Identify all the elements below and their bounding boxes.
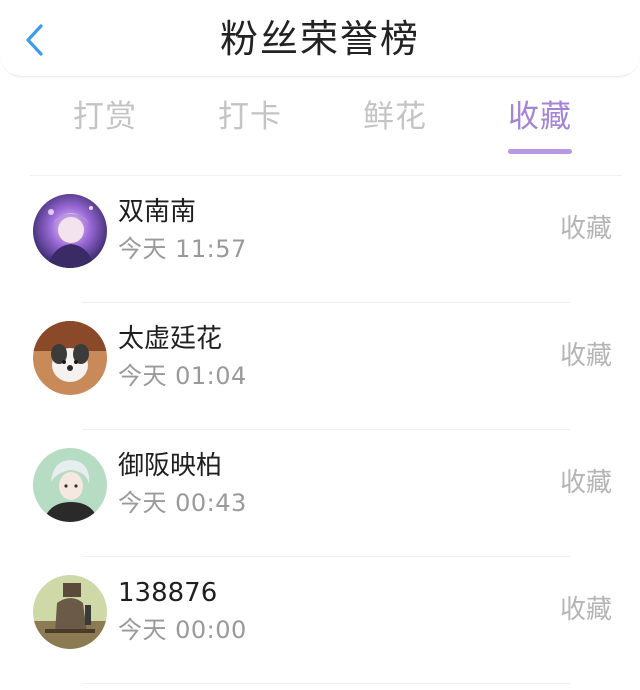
header-bar: 粉丝荣誉榜 bbox=[0, 0, 640, 77]
fan-name: 138876 bbox=[118, 578, 218, 608]
list-item[interactable]: 138876 今天 00:00 收藏 bbox=[0, 557, 640, 684]
fan-action-label: 收藏 bbox=[559, 341, 612, 371]
tab-favorites[interactable]: 收藏 bbox=[485, 92, 595, 142]
fan-time: 今天 00:00 bbox=[118, 616, 247, 644]
fan-action-label: 收藏 bbox=[559, 468, 612, 498]
tab-reward[interactable]: 打赏 bbox=[50, 92, 160, 142]
avatar[interactable] bbox=[33, 321, 107, 395]
avatar[interactable] bbox=[33, 448, 107, 522]
fan-honor-page: 粉丝荣誉榜 打赏 打卡 鲜花 收藏 双南南 今天 11:57 收藏 太虚廷花 今… bbox=[0, 0, 640, 690]
fan-time: 今天 11:57 bbox=[118, 235, 247, 263]
list-item[interactable]: 太虚廷花 今天 01:04 收藏 bbox=[0, 303, 640, 430]
row-divider bbox=[82, 683, 570, 684]
page-title: 粉丝荣誉榜 bbox=[219, 17, 420, 61]
fan-action-label: 收藏 bbox=[559, 595, 612, 625]
fan-list: 双南南 今天 11:57 收藏 太虚廷花 今天 01:04 收藏 御阪映柏 今天… bbox=[0, 176, 640, 684]
tab-checkin[interactable]: 打卡 bbox=[195, 92, 305, 142]
active-tab-indicator bbox=[508, 149, 572, 154]
avatar[interactable] bbox=[33, 194, 107, 268]
fan-name: 太虚廷花 bbox=[118, 324, 223, 354]
list-item[interactable]: 御阪映柏 今天 00:43 收藏 bbox=[0, 430, 640, 557]
fan-time: 今天 01:04 bbox=[118, 362, 247, 390]
avatar[interactable] bbox=[33, 575, 107, 649]
fan-action-label: 收藏 bbox=[559, 214, 612, 244]
fan-time: 今天 00:43 bbox=[118, 489, 247, 517]
fan-name: 御阪映柏 bbox=[118, 451, 223, 481]
list-item[interactable]: 双南南 今天 11:57 收藏 bbox=[0, 176, 640, 303]
fan-name: 双南南 bbox=[118, 197, 197, 227]
tab-flowers[interactable]: 鲜花 bbox=[340, 92, 450, 142]
